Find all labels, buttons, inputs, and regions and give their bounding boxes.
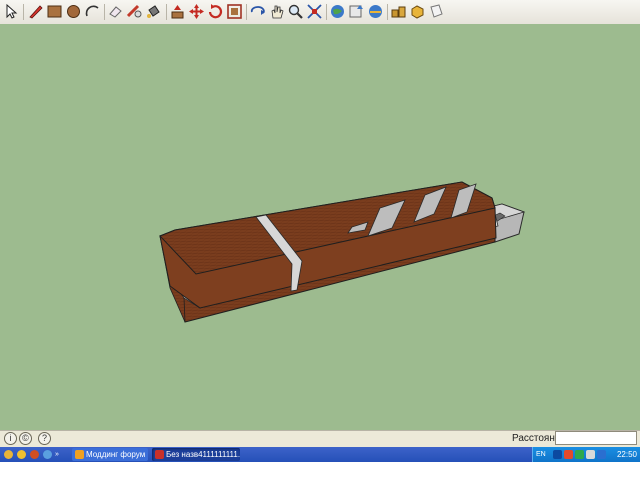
rectangle-icon[interactable] — [46, 3, 63, 20]
clock: 22:50 — [616, 450, 637, 459]
language-indicator[interactable]: EN — [536, 448, 546, 461]
sketchup-icon — [155, 450, 164, 459]
tray-app-icon[interactable] — [575, 450, 584, 459]
paint-bucket-icon[interactable] — [145, 3, 162, 20]
toolbar-separator — [246, 4, 247, 20]
warehouse-icon[interactable] — [390, 3, 407, 20]
tray-app-icon[interactable] — [597, 450, 606, 459]
screen-bottom — [0, 462, 640, 480]
tray-app-icon[interactable] — [564, 450, 573, 459]
geolocation-icon[interactable]: i — [4, 432, 17, 445]
taskbar-button-label: Моддинг форум :: П... — [86, 450, 148, 459]
model-canvas — [159, 181, 526, 323]
circle-icon[interactable] — [65, 3, 82, 20]
toolbar-separator — [326, 4, 327, 20]
zoom-extents-icon[interactable] — [306, 3, 323, 20]
taskbar-button-sketchup[interactable]: Без назв4111111111... — [152, 448, 240, 461]
quicklaunch-icon[interactable] — [4, 450, 13, 459]
push-pull-icon[interactable] — [169, 3, 186, 20]
drawing-viewport[interactable] — [0, 24, 640, 430]
status-bar: i © ? Расстояние — [0, 430, 640, 447]
toolbar-separator — [23, 4, 24, 20]
tape-measure-icon[interactable] — [126, 3, 143, 20]
chevron-right-icon[interactable]: » — [55, 451, 63, 458]
browser-icon — [75, 450, 84, 459]
dynamic-components-icon[interactable] — [409, 3, 426, 20]
credits-icon[interactable]: © — [19, 432, 32, 445]
get-models-icon[interactable] — [329, 3, 346, 20]
offset-icon[interactable] — [226, 3, 243, 20]
taskbar-button-label: Без назв4111111111... — [166, 450, 240, 459]
layout-icon[interactable] — [428, 3, 445, 20]
pan-icon[interactable] — [268, 3, 285, 20]
select-icon[interactable] — [3, 3, 20, 20]
body-top — [159, 181, 497, 309]
quicklaunch-icon[interactable] — [17, 450, 26, 459]
taskbar-button-browser[interactable]: Моддинг форум :: П... — [72, 448, 148, 461]
volume-icon[interactable] — [586, 450, 595, 459]
arrow-icon[interactable] — [553, 450, 562, 459]
quicklaunch-icon[interactable] — [30, 450, 39, 459]
pencil-icon[interactable] — [27, 3, 44, 20]
measurements-input[interactable] — [555, 431, 637, 445]
help-icon[interactable]: ? — [38, 432, 51, 445]
zoom-icon[interactable] — [287, 3, 304, 20]
components-icon[interactable] — [367, 3, 384, 20]
main-toolbar — [0, 0, 640, 25]
arc-icon[interactable] — [84, 3, 101, 20]
rotate-icon[interactable] — [207, 3, 224, 20]
eraser-icon[interactable] — [107, 3, 124, 20]
toolbar-separator — [104, 4, 105, 20]
system-tray: EN 22:50 — [532, 447, 640, 462]
toolbar-separator — [166, 4, 167, 20]
toolbar-separator — [387, 4, 388, 20]
quicklaunch-icon[interactable] — [43, 450, 52, 459]
share-model-icon[interactable] — [348, 3, 365, 20]
move-icon[interactable] — [188, 3, 205, 20]
orbit-icon[interactable] — [249, 3, 266, 20]
